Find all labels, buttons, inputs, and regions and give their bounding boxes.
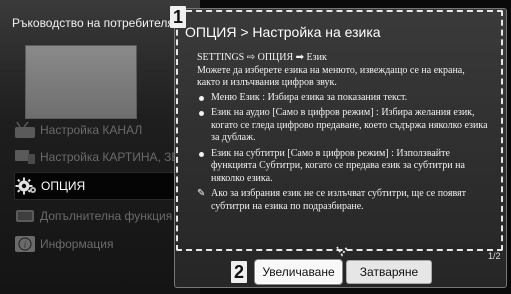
info-icon: i (15, 236, 35, 252)
menu-item-label: Допълнителна функция (40, 209, 173, 223)
menu-item-label: Настройка КАРТИНА, ЗВУК (40, 150, 194, 164)
help-content: SETTINGS ⇨ ОПЦИЯ ➡ Език Можете да избере… (197, 52, 490, 213)
note: ✎ Ако за избрания език не се излъчват су… (197, 188, 490, 213)
list-item: Език на аудио [Само в цифров режим] : Из… (197, 107, 490, 145)
antenna-icon (15, 121, 35, 138)
guide-panel: Ръководство на потребителя Настройка КАН… (0, 0, 204, 294)
screen: Ръководство на потребителя Настройка КАН… (0, 0, 511, 294)
callout-badge-2: 2 (231, 261, 247, 283)
note-pencil-icon: ✎ (197, 188, 206, 199)
note-text: Ако за избрания език не се излъчват субт… (211, 188, 467, 212)
list-item: Меню Език : Избира езика за показания те… (197, 92, 490, 105)
dialog-title: ОПЦИЯ > Настройка на езика (185, 24, 381, 40)
menu-item-channel-settings[interactable]: Настройка КАНАЛ (14, 117, 200, 143)
option-list: Меню Език : Избира езика за показания те… (197, 92, 490, 186)
intro-text: Можете да изберете езика на менюто, изве… (197, 64, 465, 89)
page-indicator: 1/2 (488, 251, 501, 261)
menu-item-information[interactable]: i Информация (14, 231, 200, 257)
menu-item-option[interactable]: ОПЦИЯ (14, 172, 197, 200)
preview-thumbnail (25, 45, 137, 119)
callout-badge-1: 1 (170, 6, 186, 28)
menu-item-picture-sound-settings[interactable]: Настройка КАРТИНА, ЗВУК (14, 144, 200, 170)
guide-title: Ръководство на потребителя (12, 16, 174, 30)
menu-item-label: ОПЦИЯ (41, 179, 86, 193)
frame-notch (336, 246, 348, 257)
close-button[interactable]: Затваряне (346, 260, 432, 284)
settings-path: SETTINGS ⇨ ОПЦИЯ ➡ Език (197, 52, 327, 63)
extra-function-icon (16, 210, 34, 222)
gear-icon (15, 177, 36, 195)
menu-item-label: Настройка КАНАЛ (40, 123, 143, 137)
menu-item-label: Информация (40, 237, 114, 251)
picture-sound-icon (15, 150, 35, 164)
menu-item-extra-function[interactable]: Допълнителна функция (14, 203, 200, 229)
zoom-button[interactable]: Увеличаване (255, 260, 342, 284)
list-item: Език на субтитри [Само в цифров режим] :… (197, 148, 490, 186)
